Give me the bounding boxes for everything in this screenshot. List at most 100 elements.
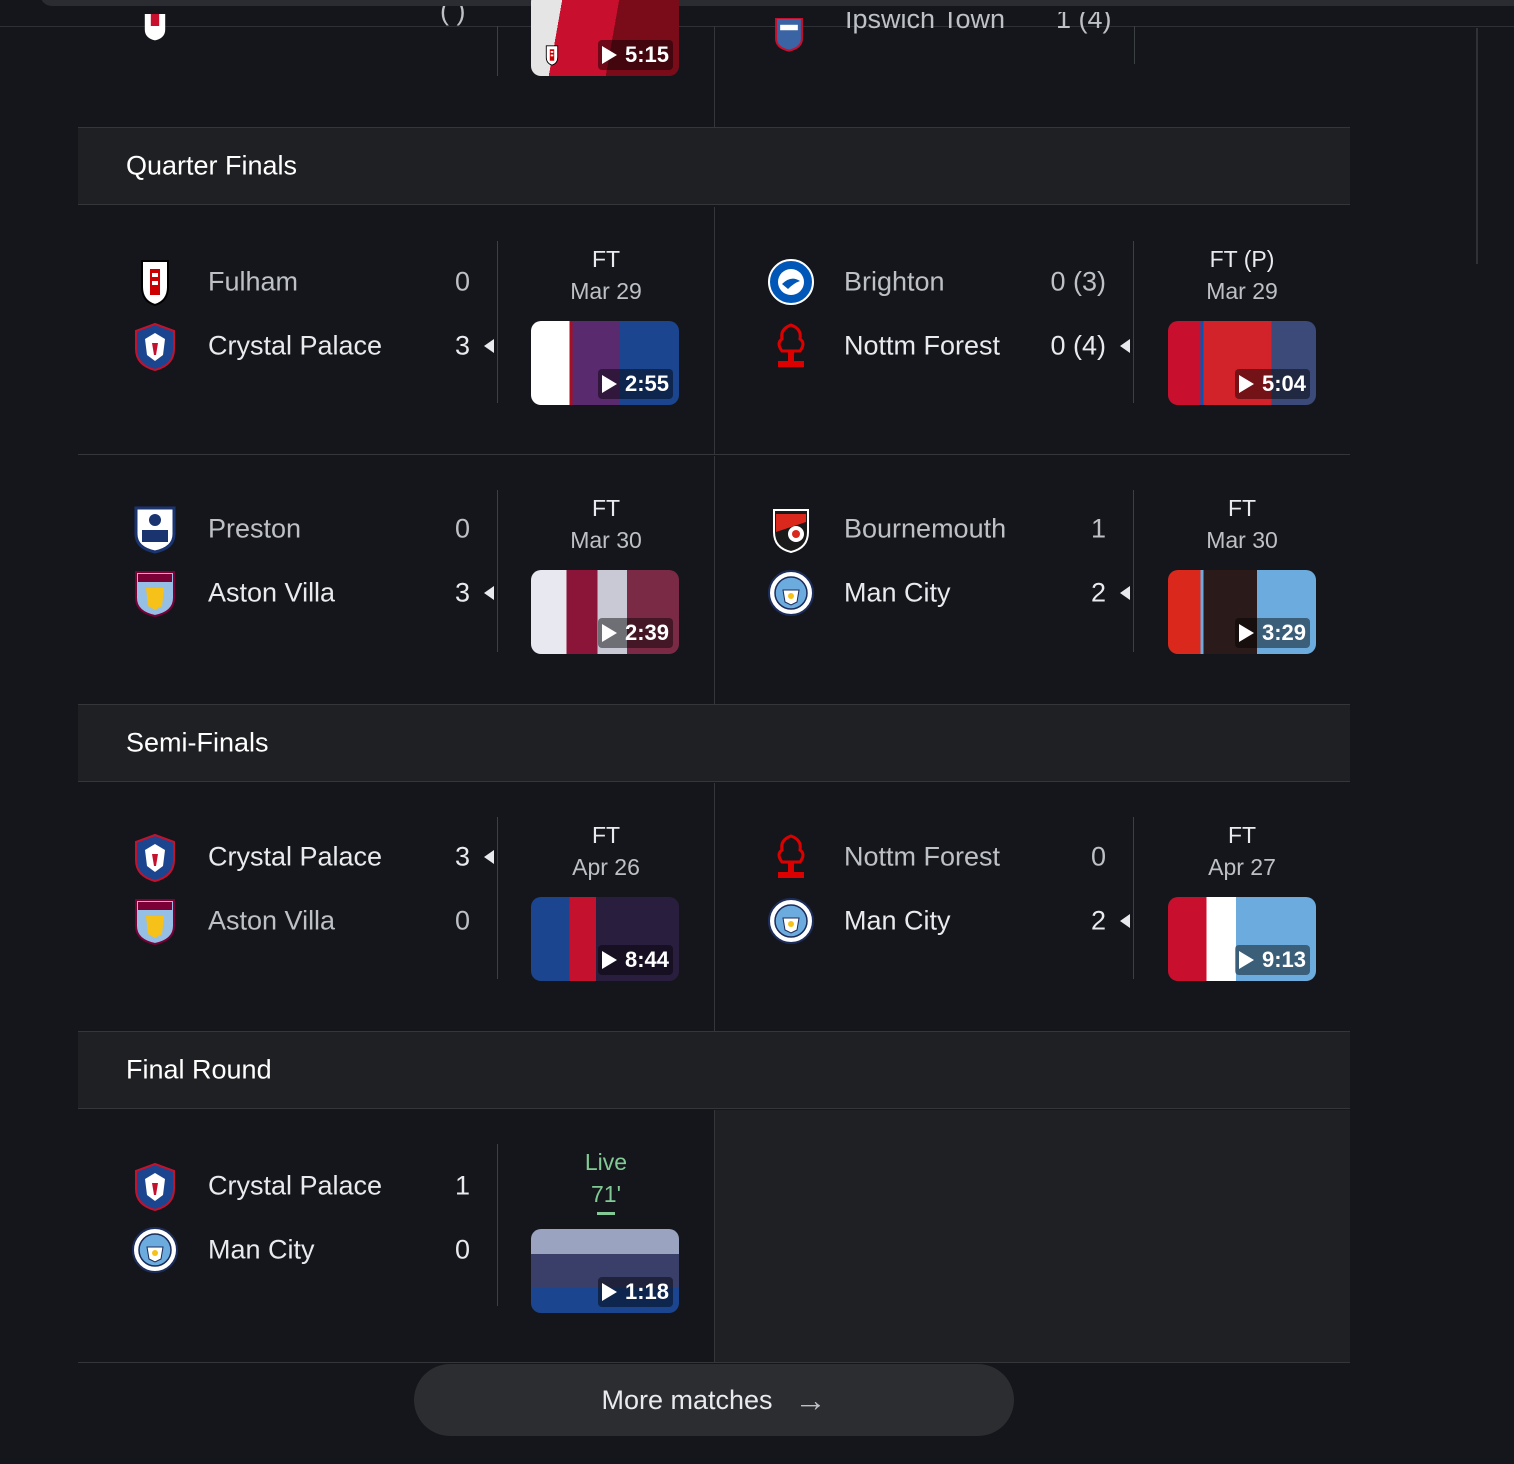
- team-row: Man City 2: [766, 896, 1134, 946]
- match-card[interactable]: Bournemouth 1 Man City 2 FT Mar 30 3:29: [714, 456, 1350, 704]
- match-card[interactable]: Preston 0 Aston Villa 3 FT Mar 30 2:39: [78, 456, 714, 704]
- team-name: Crystal Palace: [208, 330, 383, 361]
- play-icon: [1238, 951, 1254, 969]
- team-score: 0: [454, 905, 470, 936]
- highlight-video-thumbnail[interactable]: 2:55: [531, 321, 679, 405]
- team-name: Crystal Palace: [208, 841, 383, 872]
- match-status: FT (P) Mar 29: [1134, 243, 1350, 307]
- team-row: Preston 0: [130, 504, 498, 554]
- more-matches-label: More matches: [601, 1384, 773, 1415]
- status-label: FT: [591, 495, 621, 521]
- status-label: FT (P): [1209, 246, 1275, 272]
- team-name: Man City: [208, 1234, 315, 1265]
- team-score: 0 (4): [1050, 330, 1106, 361]
- match-date: Apr 26: [572, 854, 640, 880]
- video-duration: 1:18: [597, 1277, 673, 1307]
- status-label: FT: [591, 246, 621, 272]
- match-card[interactable]: Brighton 0 (3) Nottm Forest 0 (4) FT (P)…: [714, 207, 1350, 455]
- team-score: 1: [1090, 513, 1106, 544]
- match-date: Mar 30: [1206, 527, 1278, 553]
- team-name: Man City: [844, 577, 951, 608]
- status-label: FT: [1227, 822, 1257, 848]
- team-name: Ipswich Town: [845, 12, 1006, 34]
- match-card[interactable]: Nottm Forest 0 Man City 2 FT Apr 27 9:13: [714, 783, 1350, 1031]
- video-duration: 8:44: [597, 945, 673, 975]
- team-name: Bournemouth: [844, 513, 1007, 544]
- match-status: FT Mar 30: [1134, 492, 1350, 556]
- match-card[interactable]: Fulham 0 Crystal Palace 3 FT Mar 29 2:55: [78, 207, 714, 455]
- team-row: Man City 0: [130, 1225, 498, 1275]
- match-card[interactable]: Crystal Palace 1 Man City 0 Live 71' 1:1…: [78, 1110, 714, 1358]
- winner-arrow-icon: [484, 586, 494, 600]
- ipswich-crest-icon: [775, 18, 803, 52]
- team-score: 0 (3): [1050, 266, 1106, 297]
- crystal-palace-crest-icon: [135, 1163, 175, 1211]
- team-row: Nottm Forest 0: [766, 832, 1134, 882]
- video-duration: 2:55: [597, 369, 673, 399]
- team-name: Preston: [208, 513, 302, 544]
- play-icon: [601, 624, 617, 642]
- highlight-video-thumbnail[interactable]: 5:04: [1168, 321, 1316, 405]
- team-name: Nottm Forest: [844, 330, 1001, 361]
- scrollbar[interactable]: [1476, 28, 1478, 264]
- match-date: Mar 29: [570, 278, 642, 304]
- team-score: 0: [454, 513, 470, 544]
- team-score: 2: [1090, 577, 1106, 608]
- final-round-row: Crystal Palace 1 Man City 0 Live 71' 1:1…: [78, 1110, 1350, 1363]
- video-duration: 2:39: [597, 618, 673, 648]
- video-duration: 5:04: [1234, 369, 1310, 399]
- round-of-16-partial: ( ) 5:15 Ipswich Town 1 (4): [78, 0, 1350, 127]
- team-name: Brighton: [844, 266, 945, 297]
- team-score: 1 (4): [1056, 12, 1112, 34]
- team-score: 3: [454, 841, 470, 872]
- team-row: Brighton 0 (3): [766, 257, 1134, 307]
- team-crest-icon: [144, 14, 166, 41]
- winner-arrow-icon: [1120, 586, 1130, 600]
- play-icon: [601, 375, 617, 393]
- man-city-crest-icon: [132, 1227, 178, 1273]
- empty-cell: [714, 1110, 1350, 1363]
- winner-arrow-icon: [1120, 339, 1130, 353]
- highlight-video-thumbnail[interactable]: 9:13: [1168, 897, 1316, 981]
- highlight-video-thumbnail[interactable]: 5:15: [531, 0, 679, 76]
- quarter-finals-row-2: Preston 0 Aston Villa 3 FT Mar 30 2:39 B…: [78, 456, 1350, 704]
- highlight-video-thumbnail[interactable]: 1:18: [531, 1229, 679, 1313]
- status-label: FT: [1227, 495, 1257, 521]
- team-row: Man City 2: [766, 568, 1134, 618]
- round-title: Final Round: [126, 1054, 272, 1085]
- round-title: Semi-Finals: [126, 727, 269, 758]
- play-icon: [601, 46, 617, 64]
- round-title: Quarter Finals: [126, 150, 298, 181]
- match-status: FT Mar 29: [498, 243, 714, 307]
- video-duration: 5:15: [597, 40, 673, 70]
- play-icon: [601, 951, 617, 969]
- team-row: Nottm Forest 0 (4): [766, 321, 1134, 371]
- team-score: 0: [454, 266, 470, 297]
- team-score: 2: [1090, 905, 1106, 936]
- team-name: Fulham: [208, 266, 299, 297]
- match-card[interactable]: Crystal Palace 3 Aston Villa 0 FT Apr 26…: [78, 783, 714, 1031]
- team-row: Aston Villa 0: [130, 896, 498, 946]
- highlight-video-thumbnail[interactable]: 2:39: [531, 570, 679, 654]
- crystal-palace-crest-icon: [135, 834, 175, 882]
- highlight-video-thumbnail[interactable]: 8:44: [531, 897, 679, 981]
- bournemouth-crest-icon: [773, 509, 809, 553]
- highlight-video-thumbnail[interactable]: 3:29: [1168, 570, 1316, 654]
- more-matches-button[interactable]: More matches →: [414, 1364, 1014, 1436]
- team-score: 0: [454, 1234, 470, 1265]
- live-minute: 71': [591, 1181, 621, 1207]
- nottm-forest-crest-icon: [776, 323, 806, 369]
- crystal-palace-crest-icon: [135, 323, 175, 371]
- quarter-finals-row-1: Fulham 0 Crystal Palace 3 FT Mar 29 2:55…: [78, 207, 1350, 455]
- match-status: Live 71': [498, 1146, 714, 1215]
- match-date: Mar 30: [570, 527, 642, 553]
- team-name: Aston Villa: [208, 577, 336, 608]
- team-name: Crystal Palace: [208, 1170, 383, 1201]
- video-duration: 3:29: [1234, 618, 1310, 648]
- fulham-crest-icon: [141, 260, 169, 306]
- team-row: Aston Villa 3: [130, 568, 498, 618]
- team-name: Nottm Forest: [844, 841, 1001, 872]
- aston-villa-crest-icon: [135, 571, 175, 617]
- play-icon: [1238, 624, 1254, 642]
- match-status: FT Apr 27: [1134, 819, 1350, 883]
